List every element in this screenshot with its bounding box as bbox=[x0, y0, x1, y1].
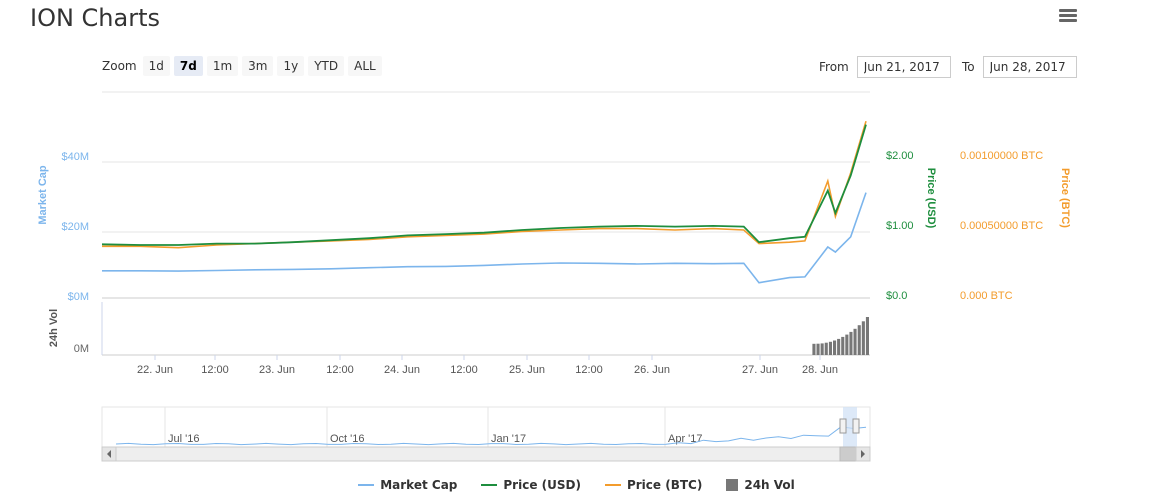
volume-bar bbox=[812, 343, 816, 355]
mcap-tick-40: $40M bbox=[61, 151, 89, 163]
x-tick-label: 22. Jun bbox=[137, 364, 173, 376]
volume-bars bbox=[812, 317, 869, 355]
volume-bar bbox=[816, 343, 820, 355]
volume-bar bbox=[853, 328, 857, 355]
usd-tick-0: $0.0 bbox=[886, 290, 907, 302]
x-tick-label: 26. Jun bbox=[634, 364, 670, 376]
x-tick-label: 12:00 bbox=[575, 364, 603, 376]
volume-bar bbox=[841, 336, 845, 355]
legend-volume-swatch bbox=[726, 479, 739, 491]
legend-price-usd-swatch bbox=[481, 484, 498, 486]
legend-price-btc[interactable]: Price (BTC) bbox=[604, 478, 703, 492]
x-tick-label: 25. Jun bbox=[509, 364, 545, 376]
vol-tick-0: 0M bbox=[74, 343, 89, 355]
legend-market-cap-label: Market Cap bbox=[380, 478, 458, 492]
x-tick-label: 12:00 bbox=[450, 364, 478, 376]
btc-tick-0: 0.000 BTC bbox=[960, 290, 1013, 302]
volume-bar bbox=[857, 325, 861, 355]
x-tick-label: 12:00 bbox=[326, 364, 354, 376]
navigator-frame bbox=[101, 406, 871, 448]
series-line-price-usd bbox=[101, 124, 867, 246]
volume-bar bbox=[865, 317, 869, 355]
navigator-right-handle[interactable] bbox=[852, 418, 860, 434]
x-tick-labels: 22. Jun 12:00 23. Jun 12:00 24. Jun 12:00 25. … bbox=[137, 355, 838, 376]
series-layer bbox=[101, 120, 867, 284]
legend-volume[interactable]: 24h Vol bbox=[726, 478, 795, 492]
legend-price-usd[interactable]: Price (USD) bbox=[481, 478, 581, 492]
volume-bar bbox=[833, 340, 837, 355]
x-tick-label: 28. Jun bbox=[802, 364, 838, 376]
volume-bar bbox=[861, 321, 865, 355]
legend-price-btc-swatch bbox=[604, 484, 621, 486]
volume-bar bbox=[837, 338, 841, 355]
x-tick-label: 23. Jun bbox=[259, 364, 295, 376]
volume-bar bbox=[820, 343, 824, 355]
btc-axis-label: Price (BTC) bbox=[1059, 168, 1071, 228]
volume-bar bbox=[849, 331, 853, 355]
vol-axis-label: 24h Vol bbox=[48, 309, 60, 347]
navigator-scrollbar[interactable] bbox=[101, 446, 871, 462]
usd-axis-label: Price (USD) bbox=[925, 168, 937, 229]
btc-tick-2: 0.00100000 BTC bbox=[960, 150, 1043, 162]
legend-volume-label: 24h Vol bbox=[744, 478, 795, 492]
mcap-tick-0: $0M bbox=[68, 291, 89, 303]
navigator-left-handle[interactable] bbox=[839, 418, 847, 434]
legend-price-btc-label: Price (BTC) bbox=[626, 478, 703, 492]
mcap-axis-label: Market Cap bbox=[37, 165, 49, 225]
legend-market-cap[interactable]: Market Cap bbox=[358, 478, 457, 492]
x-tick-label: 27. Jun bbox=[742, 364, 778, 376]
x-tick-label: 12:00 bbox=[201, 364, 229, 376]
volume-bar bbox=[824, 342, 828, 355]
price-chart: $0M $20M $40M Market Cap $0.0 $1.00 $2.0… bbox=[37, 91, 1071, 462]
usd-tick-1: $1.00 bbox=[886, 220, 914, 232]
volume-bar bbox=[845, 334, 849, 355]
legend-market-cap-swatch bbox=[358, 484, 375, 486]
volume-bar bbox=[828, 341, 832, 355]
legend-price-usd-label: Price (USD) bbox=[503, 478, 581, 492]
chart-legend: Market Cap Price (USD) Price (BTC) 24h V… bbox=[0, 478, 1153, 492]
usd-tick-2: $2.00 bbox=[886, 150, 914, 162]
x-tick-label: 24. Jun bbox=[384, 364, 420, 376]
series-line-price-btc bbox=[102, 120, 867, 249]
btc-tick-1: 0.00050000 BTC bbox=[960, 220, 1043, 232]
scroll-thumb[interactable] bbox=[839, 446, 857, 462]
mcap-tick-20: $20M bbox=[61, 221, 89, 233]
